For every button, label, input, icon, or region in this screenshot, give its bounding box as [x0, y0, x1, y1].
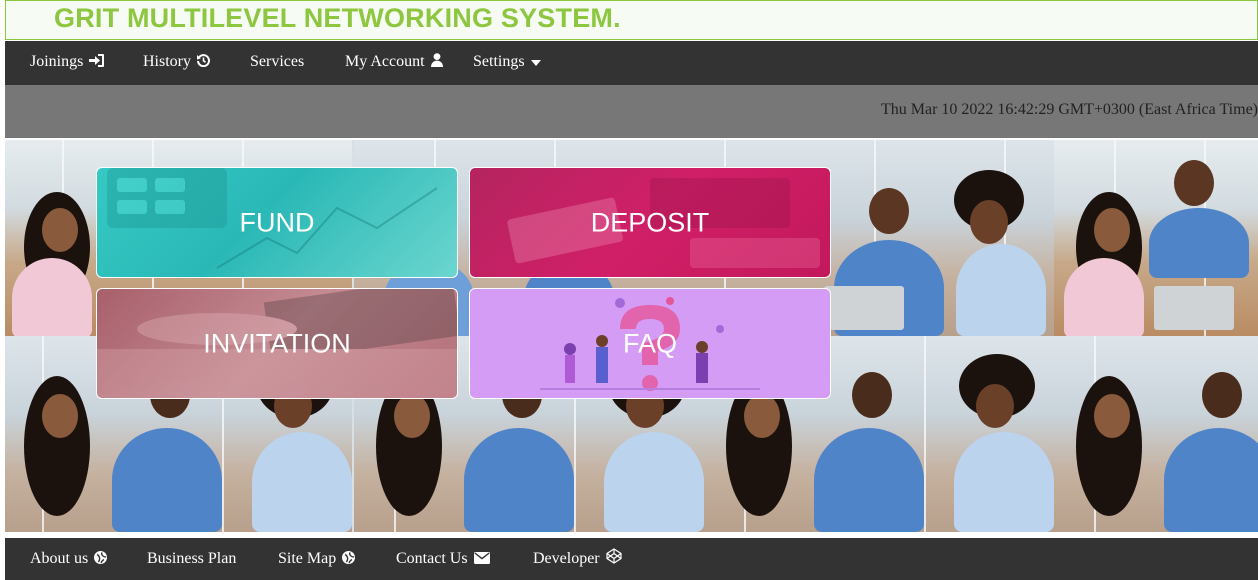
faq-card[interactable]: FAQ: [469, 288, 831, 399]
caret-down-icon: [530, 60, 541, 66]
footer-contact-us[interactable]: Contact Us: [396, 538, 490, 580]
history-icon: [197, 54, 210, 68]
footer-developer-label: Developer: [533, 550, 600, 567]
invitation-card-label: INVITATION: [203, 328, 351, 358]
nav-my-account[interactable]: My Account: [345, 41, 443, 85]
fund-card[interactable]: FUND: [96, 167, 458, 278]
footer-navbar: About us Business Plan Site Map Contact …: [5, 538, 1258, 580]
footer-site-map[interactable]: Site Map: [278, 538, 356, 580]
top-navbar: Joinings History Services My Account Set…: [5, 41, 1258, 85]
nav-joinings[interactable]: Joinings: [30, 41, 105, 85]
sign-in-icon: [89, 54, 105, 67]
invitation-card[interactable]: INVITATION: [96, 288, 458, 399]
nav-services[interactable]: Services: [250, 41, 304, 85]
globe-icon: [342, 551, 356, 564]
footer-about-us[interactable]: About us: [30, 538, 108, 580]
nav-history-label: History: [143, 53, 191, 70]
footer-business-plan-label: Business Plan: [147, 550, 237, 567]
site-title: GRIT MULTILEVEL NETWORKING SYSTEM.: [54, 3, 621, 33]
background-photo-tile: [1054, 336, 1258, 532]
user-icon: [430, 53, 443, 67]
nav-settings-label: Settings: [473, 53, 525, 70]
background-photo-tile: [1054, 140, 1258, 336]
deposit-card[interactable]: DEPOSIT: [469, 167, 831, 278]
footer-business-plan[interactable]: Business Plan: [147, 538, 236, 580]
hero-section: FUND DEPOSIT INVITATION FAQ: [5, 140, 1258, 532]
footer-developer[interactable]: Developer: [533, 538, 622, 580]
globe-icon: [94, 551, 108, 564]
date-bar: Thu Mar 10 2022 16:42:29 GMT+0300 (East …: [5, 85, 1258, 138]
nav-history[interactable]: History: [143, 41, 210, 85]
footer-site-map-label: Site Map: [278, 550, 337, 567]
site-banner: GRIT MULTILEVEL NETWORKING SYSTEM.: [5, 0, 1258, 40]
envelope-icon: [473, 552, 490, 564]
deposit-card-label: DEPOSIT: [590, 207, 710, 237]
codepen-icon: [606, 548, 622, 564]
faq-card-label: FAQ: [622, 328, 677, 358]
nav-settings[interactable]: Settings: [473, 41, 541, 85]
footer-contact-us-label: Contact Us: [396, 550, 468, 567]
footer-about-us-label: About us: [30, 550, 89, 567]
fund-card-label: FUND: [239, 207, 315, 237]
nav-my-account-label: My Account: [345, 53, 425, 70]
nav-services-label: Services: [250, 53, 305, 70]
nav-joinings-label: Joinings: [30, 53, 84, 70]
current-datetime: Thu Mar 10 2022 16:42:29 GMT+0300 (East …: [881, 101, 1258, 118]
